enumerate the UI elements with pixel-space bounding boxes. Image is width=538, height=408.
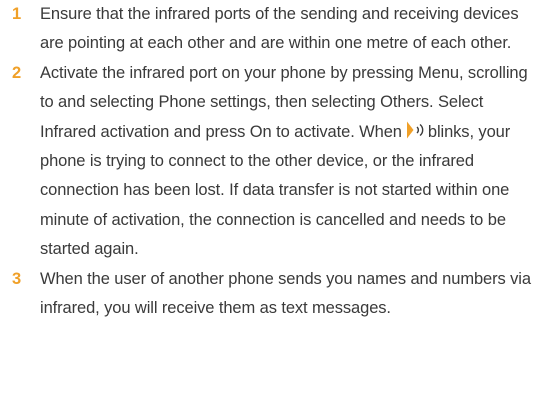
step-1: 1 Ensure that the infrared ports of the … [0, 0, 538, 59]
instruction-steps-list: 1 Ensure that the infrared ports of the … [0, 0, 538, 323]
step-text: When the user of another phone sends you… [40, 269, 531, 318]
step-text-after-icon: blinks, your phone is trying to connect … [40, 122, 511, 259]
step-number: 2 [12, 63, 22, 82]
step-number: 3 [12, 269, 22, 288]
infrared-icon [404, 120, 424, 140]
step-text: Ensure that the infrared ports of the se… [40, 5, 519, 53]
step-2: 2 Activate the infrared port on your pho… [0, 59, 538, 265]
step-number: 1 [12, 5, 22, 23]
step-3: 3 When the user of another phone sends y… [0, 265, 538, 324]
step-text: Activate the infrared port on your phone… [40, 59, 538, 265]
